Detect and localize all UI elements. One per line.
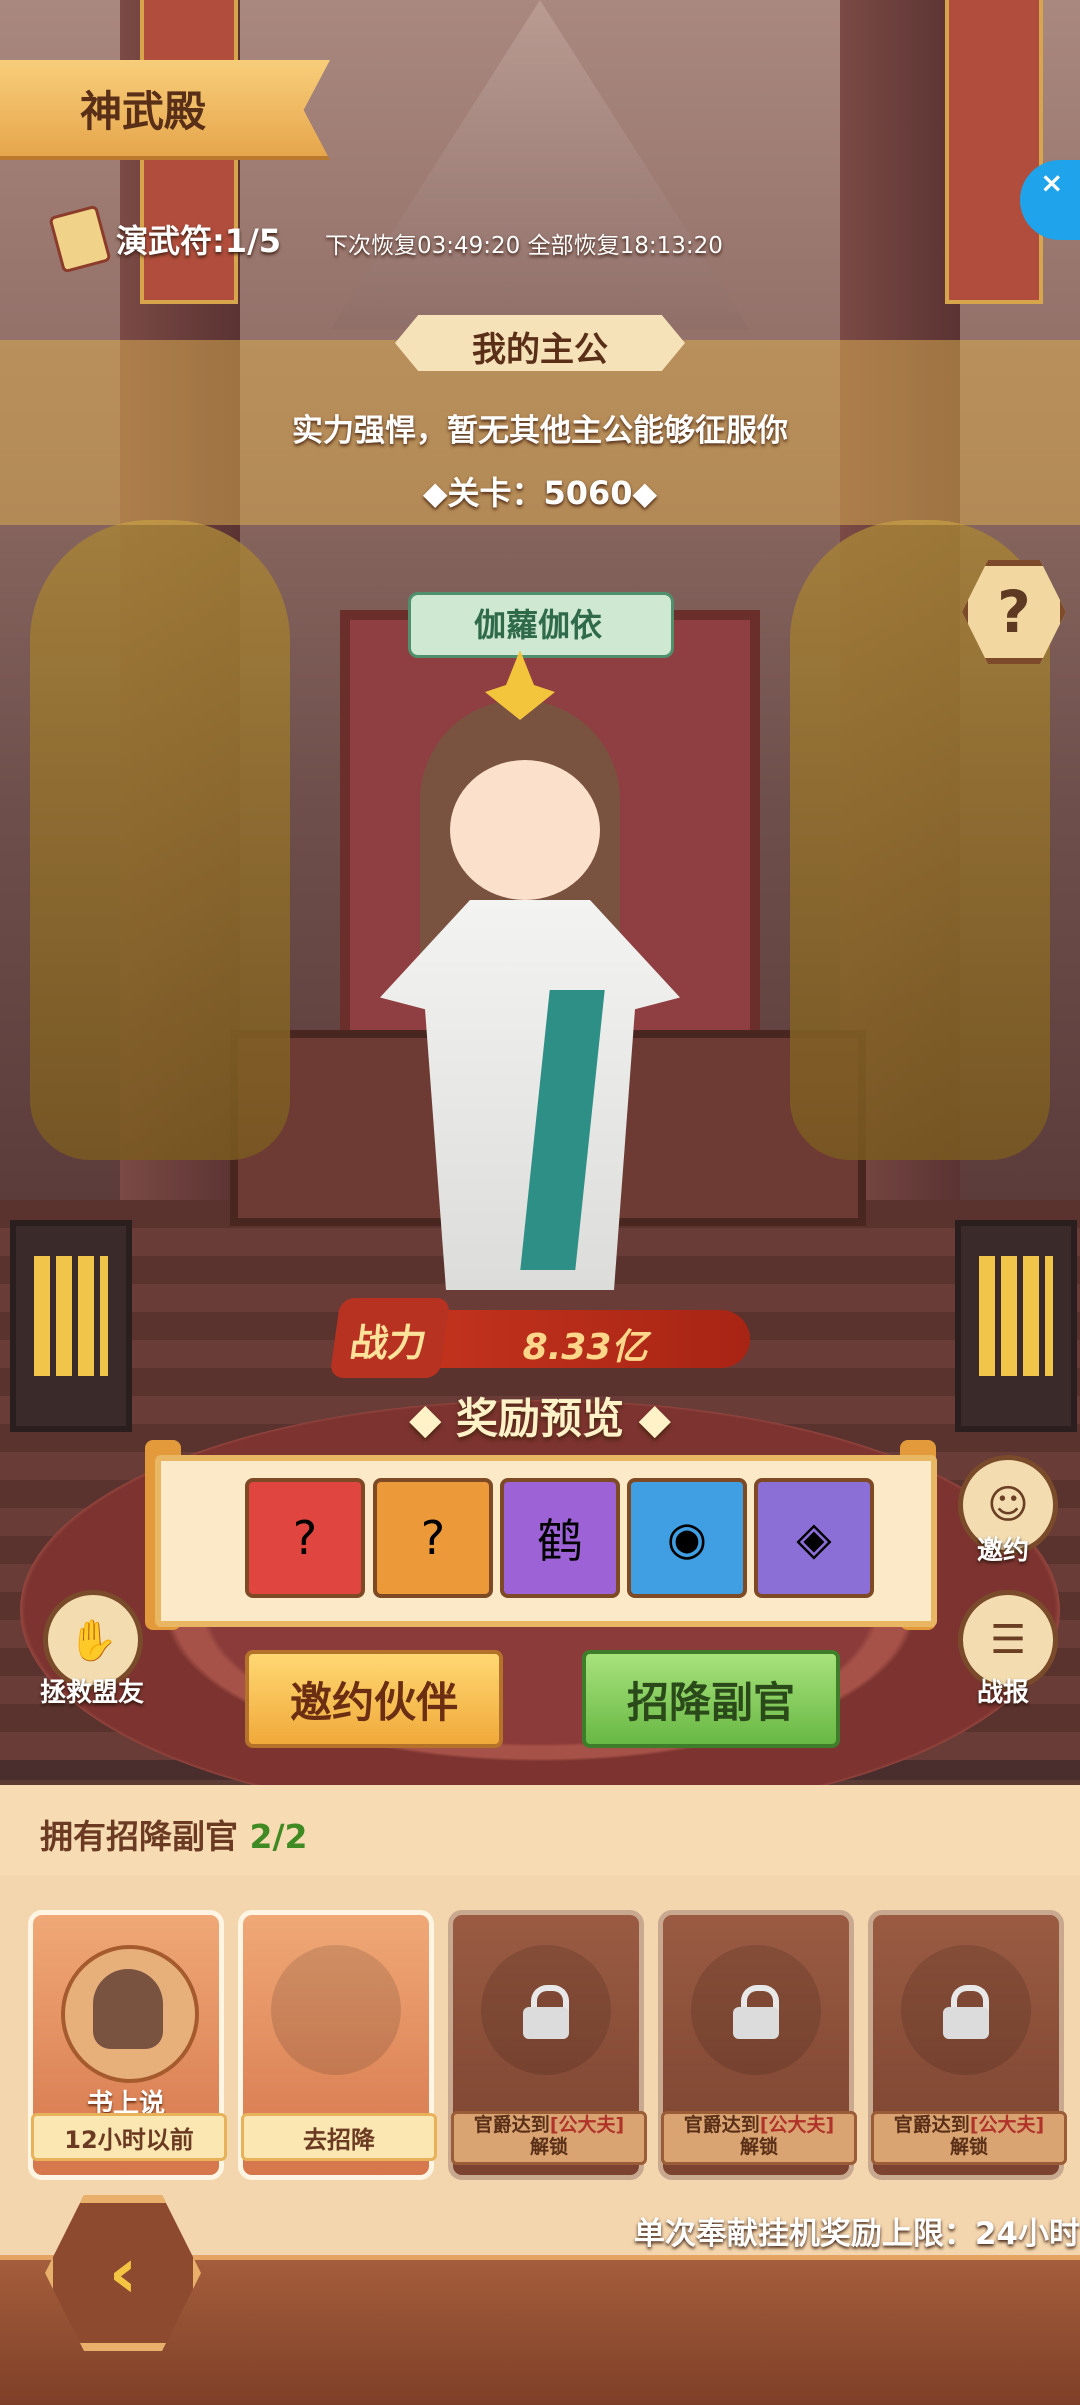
reward-bag-purple[interactable]: 鹤 <box>500 1478 620 1598</box>
unlock-requirement: 官爵达到[公大夫] 解锁 <box>871 2111 1067 2165</box>
lord-heading: 我的主公 <box>472 330 608 370</box>
power-value: 8.33亿 <box>522 1327 648 1368</box>
invite-partner-button[interactable]: 邀约伙伴 <box>245 1650 503 1748</box>
scroll-icon: ☰ <box>990 1617 1026 1663</box>
reward-coin[interactable]: ◉ <box>627 1478 747 1598</box>
left-dragon-statue <box>30 520 290 1160</box>
reward-card-red[interactable]: ? <box>245 1478 365 1598</box>
deputy-slot-3-locked[interactable]: 官爵达到[公大夫] 解锁 <box>448 1910 647 2180</box>
empty-slot-circle <box>271 1945 401 2075</box>
deputy-slot-4-locked[interactable]: 官爵达到[公大夫] 解锁 <box>658 1910 857 2180</box>
lock-icon <box>733 1985 779 2039</box>
deputies-count-label: 拥有招降副官 2/2 <box>40 1810 307 1858</box>
deputy-avatar <box>61 1945 199 2083</box>
recruit-deputy-button[interactable]: 招降副官 <box>582 1650 840 1748</box>
stage-level: ◆关卡：5060◆ <box>422 474 658 512</box>
back-arrow-icon: ‹ <box>108 2232 138 2314</box>
rescue-ally-label: 拯救盟友 <box>39 1678 144 1708</box>
power-label-badge: 战力 <box>329 1298 451 1378</box>
left-lantern <box>10 1220 132 1432</box>
unlock-requirement: 官爵达到[公大夫] 解锁 <box>451 2111 647 2165</box>
invite-side-label: 邀约 <box>976 1536 1029 1566</box>
shield-hands-icon: ✋ <box>68 1617 118 1664</box>
person-icon: ☺ <box>987 1482 1029 1528</box>
lock-icon <box>523 1985 569 2039</box>
coin-icon: ◉ <box>666 1511 708 1565</box>
right-lantern <box>955 1220 1077 1432</box>
reward-stone[interactable]: ◈ <box>754 1478 874 1598</box>
deputies-label: 拥有招降副官 <box>40 1817 250 1856</box>
bag-icon: 鹤 <box>537 1514 583 1568</box>
card-icon: ? <box>292 1511 318 1565</box>
right-banner <box>945 0 1043 304</box>
deputy-slot-1[interactable]: 书上说 12小时以前 <box>28 1910 227 2180</box>
close-icon[interactable]: × <box>1040 166 1063 199</box>
character-face <box>450 760 600 900</box>
character-name: 伽蘿伽依 <box>473 606 602 644</box>
stone-icon: ◈ <box>796 1511 832 1565</box>
unlock-requirement: 官爵达到[公大夫] 解锁 <box>661 2111 857 2165</box>
recover-timer: 下次恢复03:49:20 全部恢复18:13:20 <box>325 233 723 259</box>
deputy-time-tag: 12小时以前 <box>31 2113 227 2161</box>
ticket-count: 演武符:1/5 <box>116 222 282 260</box>
reward-card-orange[interactable]: ? <box>373 1478 493 1598</box>
power-label: 战力 <box>347 1321 430 1365</box>
go-recruit-tag[interactable]: 去招降 <box>241 2113 437 2161</box>
lock-icon <box>943 1985 989 2039</box>
deputy-slot-5-locked[interactable]: 官爵达到[公大夫] 解锁 <box>868 1910 1067 2180</box>
page-title: 神武殿 <box>80 87 207 136</box>
deputies-count: 2/2 <box>249 1817 308 1856</box>
deputy-slot-2[interactable]: 去招降 <box>238 1910 437 2180</box>
card-icon: ? <box>420 1511 446 1565</box>
report-side-label: 战报 <box>976 1678 1029 1708</box>
lord-description: 实力强悍，暂无其他主公能够征服你 <box>292 413 788 449</box>
reward-preview-title: ◆ 奖励预览 ◆ <box>409 1394 671 1443</box>
afk-reward-limit: 单次奉献挂机奖励上限：24小时 <box>633 2216 1080 2252</box>
